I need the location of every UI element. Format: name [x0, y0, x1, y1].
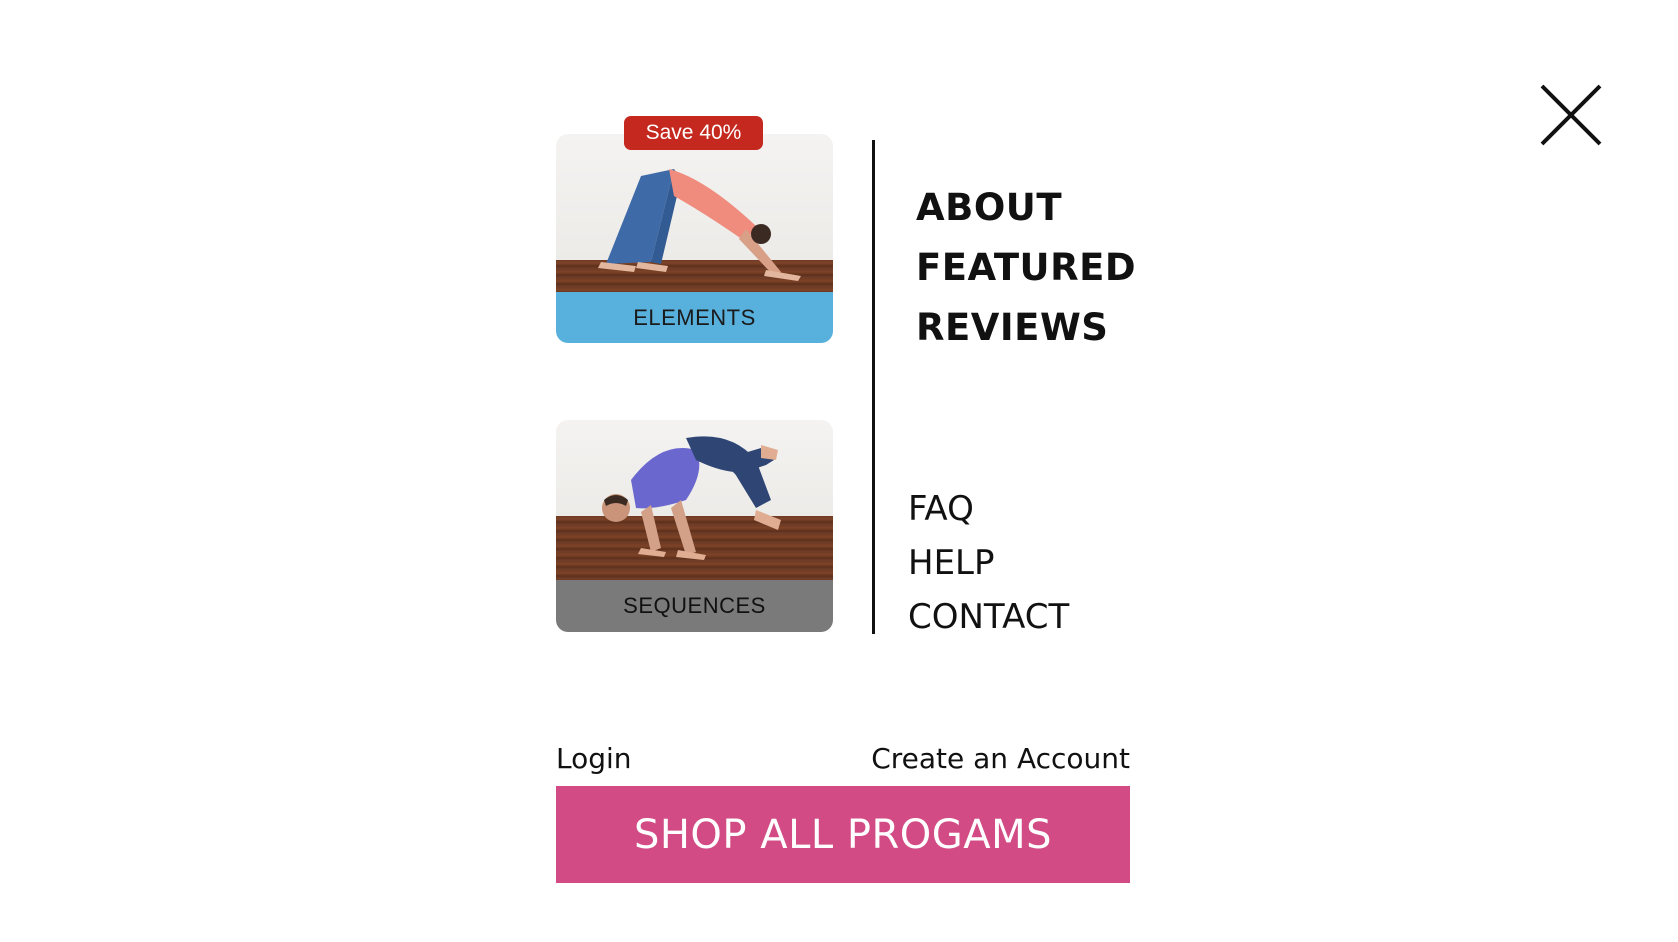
nav-link-contact[interactable]: CONTACT — [908, 590, 1069, 644]
program-card-sequences[interactable]: SEQUENCES — [556, 420, 833, 632]
shop-all-programs-button[interactable]: SHOP ALL PROGAMS — [556, 786, 1130, 883]
nav-link-reviews[interactable]: REVIEWS — [916, 298, 1136, 358]
sequences-photo — [556, 420, 833, 580]
login-link[interactable]: Login — [556, 742, 632, 775]
create-account-link[interactable]: Create an Account — [871, 742, 1130, 775]
nav-link-about[interactable]: ABOUT — [916, 178, 1136, 238]
program-card-elements[interactable]: ELEMENTS — [556, 134, 833, 343]
menu-overlay: Save 40% ELEMENTS SEQUENCES ABOUT FEATUR… — [0, 0, 1678, 942]
nav-link-featured[interactable]: FEATURED — [916, 238, 1136, 298]
save-badge: Save 40% — [624, 116, 763, 150]
program-label-elements: ELEMENTS — [556, 292, 833, 343]
menu-divider — [872, 140, 875, 634]
nav-link-faq[interactable]: FAQ — [908, 482, 1069, 536]
secondary-nav: FAQ HELP CONTACT — [908, 482, 1069, 644]
elements-photo — [556, 134, 833, 292]
program-label-sequences: SEQUENCES — [556, 580, 833, 632]
close-button[interactable] — [1536, 80, 1606, 150]
nav-link-help[interactable]: HELP — [908, 536, 1069, 590]
close-icon — [1540, 84, 1602, 146]
primary-nav: ABOUT FEATURED REVIEWS — [916, 178, 1136, 358]
